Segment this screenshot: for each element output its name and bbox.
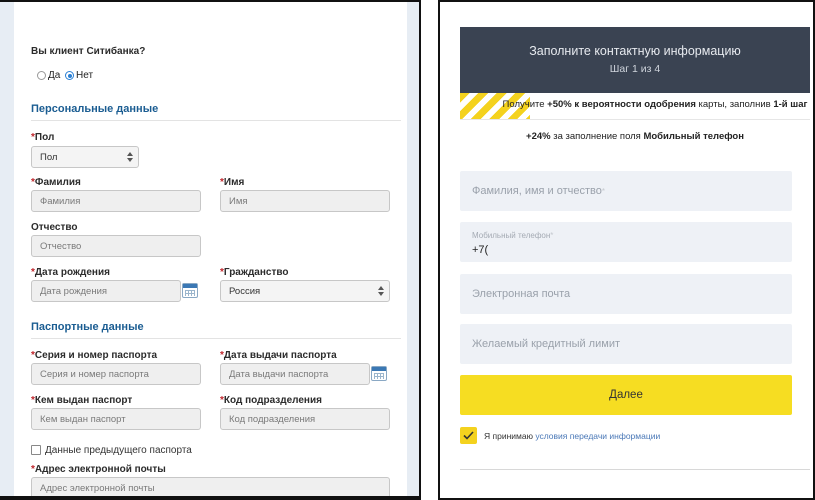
fio-input[interactable]: Фамилия, имя и отчество * [460, 171, 792, 211]
phone-label: Мобильный телефон* [472, 231, 554, 240]
name-label: *Имя [220, 177, 245, 188]
division-code-input[interactable]: Код подразделения [220, 408, 390, 430]
select-arrows-icon [127, 152, 133, 162]
citizenship-label: *Гражданство [220, 267, 289, 278]
phone-value: +7( [472, 244, 489, 256]
select-arrows-icon [378, 286, 384, 296]
previous-passport-label: Данные предыдущего паспорта [45, 445, 192, 456]
citizenship-select[interactable]: Россия [220, 280, 390, 302]
section-personal-title: Персональные данные [31, 103, 159, 115]
calendar-icon[interactable] [371, 366, 387, 381]
email-input[interactable]: Электронная почта [460, 274, 792, 314]
gender-select[interactable]: Пол [31, 146, 139, 168]
email-input[interactable]: Адрес электронной почты [31, 477, 390, 498]
birthdate-input[interactable]: Дата рождения [31, 280, 181, 302]
email-label: *Адрес электронной почты [31, 464, 166, 475]
gender-label: *Пол [31, 132, 55, 143]
passport-date-label: *Дата выдачи паспорта [220, 350, 337, 361]
promo-line-phone: +24% за заполнение поля Мобильный телефо… [526, 131, 744, 142]
radio-yes-label: Да [48, 70, 61, 81]
passport-number-input[interactable]: Серия и номер паспорта [31, 363, 201, 385]
passport-number-label: *Серия и номер паспорта [31, 350, 158, 361]
phone-input[interactable]: Мобильный телефон* +7( [460, 222, 792, 262]
radio-no[interactable] [65, 71, 74, 80]
promo-line-approval: Получите +50% к вероятности одобрения ка… [502, 99, 808, 110]
surname-input[interactable]: Фамилия [31, 190, 201, 212]
agree-checkbox[interactable] [460, 427, 477, 444]
section-passport-title: Паспортные данные [31, 321, 144, 333]
terms-link[interactable]: условия передачи информации [535, 431, 660, 441]
promo-divider [460, 119, 810, 120]
section-divider [31, 120, 401, 121]
radio-no-label: Нет [76, 70, 94, 81]
issued-by-label: *Кем выдан паспорт [31, 395, 133, 406]
citibank-form-panel: Вы клиент Ситибанка? Да Нет Персональные… [0, 0, 421, 500]
issued-by-input[interactable]: Кем выдан паспорт [31, 408, 201, 430]
passport-date-input[interactable]: Дата выдачи паспорта [220, 363, 370, 385]
check-icon [463, 431, 474, 440]
section-divider [31, 338, 401, 339]
next-button[interactable]: Далее [460, 375, 792, 415]
previous-passport-checkbox[interactable] [31, 445, 41, 455]
header-title: Заполните контактную информацию [529, 44, 741, 58]
header-step: Шаг 1 из 4 [609, 63, 661, 75]
division-code-label: *Код подразделения [220, 395, 322, 406]
name-input[interactable]: Имя [220, 190, 390, 212]
patronymic-input[interactable]: Отчество [31, 235, 201, 257]
citibank-form-card: Вы клиент Ситибанка? Да Нет Персональные… [14, 2, 407, 498]
agree-text: Я принимаю условия передачи информации [484, 431, 661, 441]
birthdate-label: *Дата рождения [31, 267, 110, 278]
client-question-label: Вы клиент Ситибанка? [31, 46, 146, 57]
credit-limit-input[interactable]: Желаемый кредитный лимит [460, 324, 792, 364]
surname-label: *Фамилия [31, 177, 81, 188]
calendar-icon[interactable] [182, 283, 198, 298]
bottom-divider [460, 469, 810, 470]
contact-form-panel: Заполните контактную информацию Шаг 1 из… [438, 0, 815, 500]
contact-form-header: Заполните контактную информацию Шаг 1 из… [460, 27, 810, 93]
patronymic-label: Отчество [31, 222, 78, 233]
radio-yes[interactable] [37, 71, 46, 80]
